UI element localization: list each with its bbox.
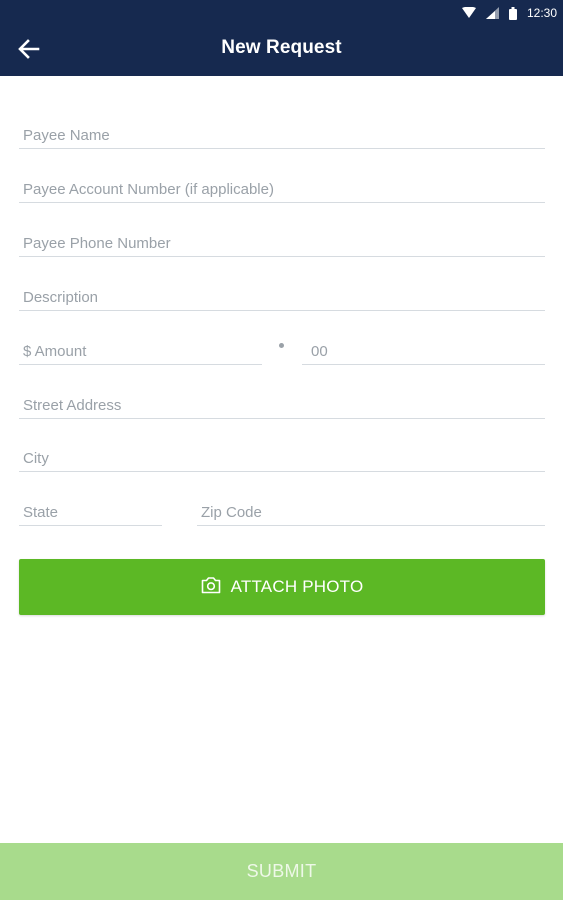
zip-code-field	[197, 496, 545, 526]
payee-phone-field	[19, 227, 545, 257]
attach-photo-label: ATTACH PHOTO	[230, 577, 364, 596]
description-field	[19, 281, 545, 311]
signal-icon	[485, 7, 499, 19]
payee-name-field	[19, 119, 545, 149]
payee-name-input[interactable]	[19, 127, 545, 144]
city-input[interactable]	[19, 450, 545, 467]
camera-icon	[201, 576, 221, 599]
amount-cents-field	[302, 335, 545, 365]
attach-photo-button[interactable]: ATTACH PHOTO	[19, 559, 545, 615]
street-address-field	[19, 389, 545, 419]
street-address-input[interactable]	[19, 397, 545, 414]
submit-button[interactable]: SUBMIT	[0, 843, 563, 900]
amount-dollars-input[interactable]	[19, 343, 262, 360]
description-input[interactable]	[19, 289, 545, 306]
state-field	[19, 496, 162, 526]
decimal-point	[279, 343, 284, 348]
status-bar: 12:30	[0, 0, 563, 26]
amount-cents-input[interactable]	[302, 343, 545, 360]
payee-phone-input[interactable]	[19, 235, 545, 252]
zip-code-input[interactable]	[197, 504, 545, 521]
state-input[interactable]	[19, 504, 162, 521]
battery-icon	[508, 6, 517, 20]
city-field	[19, 442, 545, 472]
status-icons: 12:30	[461, 5, 557, 21]
payee-account-input[interactable]	[19, 181, 545, 198]
app-bar: New Request	[0, 26, 563, 76]
status-time: 12:30	[526, 6, 557, 20]
wifi-icon	[461, 7, 476, 19]
page-title: New Request	[221, 37, 342, 58]
amount-dollars-field	[19, 335, 262, 365]
payee-account-field	[19, 173, 545, 203]
submit-label: SUBMIT	[246, 861, 317, 881]
